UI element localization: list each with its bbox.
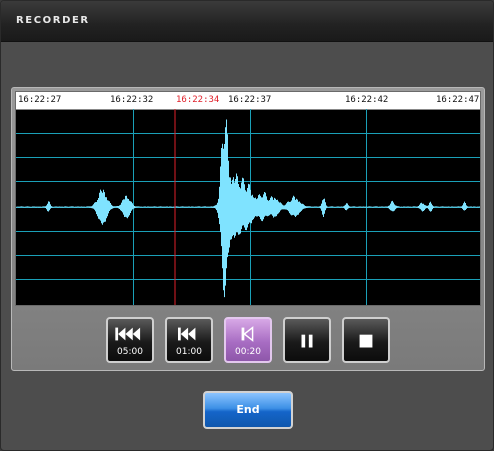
rewind-5min-button[interactable]: 05:00 (106, 317, 154, 363)
timestamp-label: 16:22:47 (436, 95, 480, 105)
rewind-5min-label: 05:00 (117, 347, 143, 357)
timestamp-label: 16:22:32 (110, 95, 154, 105)
rewind-1min-label: 01:00 (176, 347, 202, 357)
recorder-window: RECORDER 16:22:27 16:22:32 16:22:34 16:2… (0, 0, 494, 451)
end-button[interactable]: End (203, 391, 293, 429)
skip-back-double-icon (178, 327, 196, 341)
timestamp-label: 16:22:27 (18, 95, 62, 105)
stop-icon (359, 334, 373, 348)
recorder-panel: 16:22:27 16:22:32 16:22:34 16:22:37 16:2… (11, 87, 485, 371)
timestamp-label: 16:22:37 (228, 95, 272, 105)
waveform-plot (16, 109, 480, 305)
title-bar: RECORDER (1, 1, 493, 42)
waveform-trace (16, 119, 480, 298)
waveform-display[interactable]: 16:22:27 16:22:32 16:22:34 16:22:37 16:2… (15, 91, 481, 306)
stop-button[interactable] (342, 317, 390, 363)
marker-timestamp: 16:22:34 (176, 95, 220, 105)
rewind-20sec-label: 00:20 (235, 347, 261, 357)
timestamp-label: 16:22:42 (345, 95, 389, 105)
window-title: RECORDER (16, 15, 90, 26)
pause-button[interactable] (283, 317, 331, 363)
rewind-1min-button[interactable]: 01:00 (165, 317, 213, 363)
transport-controls: 05:00 01:00 00:20 (12, 310, 484, 368)
skip-back-icon (241, 326, 254, 342)
pause-icon (301, 334, 313, 348)
rewind-20sec-button[interactable]: 00:20 (224, 317, 272, 363)
time-strip: 16:22:27 16:22:32 16:22:34 16:22:37 16:2… (16, 92, 480, 110)
skip-back-triple-icon (115, 327, 141, 341)
